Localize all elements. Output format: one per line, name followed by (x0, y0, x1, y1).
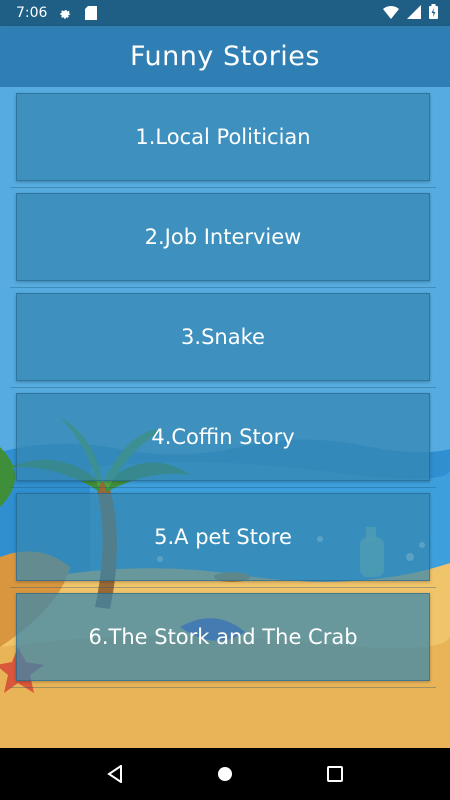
list-item: 2.Job Interview (10, 187, 436, 288)
signal-icon (407, 4, 421, 23)
sd-card-icon (83, 5, 99, 21)
story-label: 4.Coffin Story (151, 425, 295, 449)
story-button-2[interactable]: 2.Job Interview (16, 193, 430, 281)
story-label: 2.Job Interview (144, 225, 302, 249)
list-item: 1.Local Politician (10, 87, 436, 188)
navigation-bar (0, 748, 450, 800)
story-label: 3.Snake (181, 325, 265, 349)
list-item: 6.The Stork and The Crab (10, 587, 436, 688)
story-button-1[interactable]: 1.Local Politician (16, 93, 430, 181)
list-item: 5.A pet Store (10, 487, 436, 588)
story-list-area[interactable]: 1.Local Politician 2.Job Interview 3.Sna… (0, 87, 450, 748)
gear-icon (57, 5, 73, 21)
wifi-icon (383, 4, 399, 23)
story-button-4[interactable]: 4.Coffin Story (16, 393, 430, 481)
app-bar: Funny Stories (0, 26, 450, 87)
battery-icon (429, 3, 438, 23)
page-title: Funny Stories (130, 41, 320, 72)
home-icon[interactable] (213, 762, 237, 786)
story-label: 5.A pet Store (154, 525, 292, 549)
story-label: 1.Local Politician (135, 125, 311, 149)
story-button-5[interactable]: 5.A pet Store (16, 493, 430, 581)
story-button-3[interactable]: 3.Snake (16, 293, 430, 381)
list-item: 4.Coffin Story (10, 387, 436, 488)
recents-icon[interactable] (323, 762, 347, 786)
status-time: 7:06 (16, 5, 48, 21)
status-bar: 7:06 (0, 0, 450, 26)
list-item: 3.Snake (10, 287, 436, 388)
story-button-6[interactable]: 6.The Stork and The Crab (16, 593, 430, 681)
back-icon[interactable] (103, 762, 127, 786)
story-label: 6.The Stork and The Crab (88, 625, 358, 649)
